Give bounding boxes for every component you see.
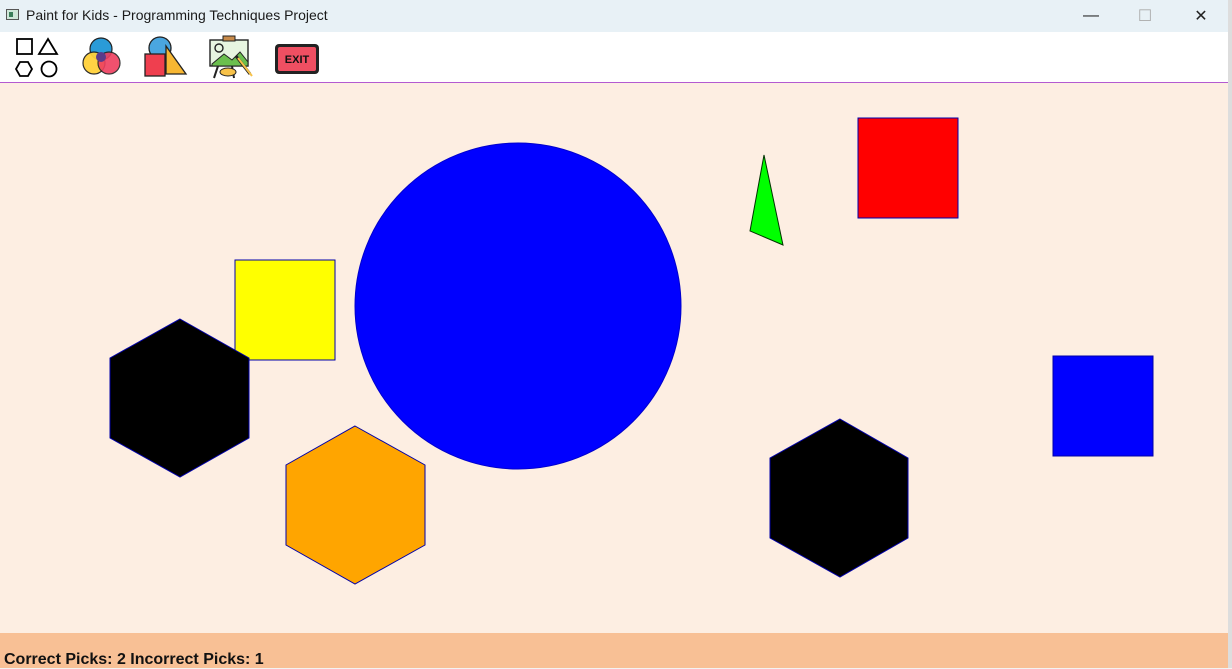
shape-color-tool-button[interactable] [140,34,190,80]
paint-window: Paint for Kids - Programming Techniques … [0,0,1228,668]
red-square[interactable] [857,117,959,219]
app-icon [6,9,19,20]
blue-square[interactable] [1052,355,1154,457]
toolbar: EXIT [0,32,1228,83]
picture-tool-button[interactable] [206,34,256,80]
colors-tool-button[interactable] [76,34,126,80]
shapes-tool-button[interactable] [12,34,62,80]
background-window-edge [1228,0,1232,668]
green-triangle[interactable] [749,154,784,246]
exit-button[interactable]: EXIT [272,34,322,80]
paint-easel-icon [209,35,253,79]
blue-circle[interactable] [354,142,682,470]
pick-score-text: Correct Picks: 2 Incorrect Picks: 1 [4,651,264,668]
close-button[interactable]: ✕ [1178,0,1224,32]
maximize-button[interactable]: ☐ [1122,0,1168,32]
drawing-canvas[interactable] [0,83,1228,633]
minimize-button[interactable]: — [1068,0,1114,32]
orange-hexagon[interactable] [285,425,426,585]
black-hexagon-left[interactable] [109,318,250,478]
title-bar: Paint for Kids - Programming Techniques … [0,0,1228,32]
status-bar: Correct Picks: 2 Incorrect Picks: 1 [0,633,1228,668]
exit-sign-icon: EXIT [275,44,319,74]
yellow-square[interactable] [234,259,336,361]
shape-color-mix-icon [144,36,188,77]
color-circles-icon [82,37,121,75]
window-title: Paint for Kids - Programming Techniques … [26,7,328,23]
shapes-icon [14,37,59,78]
exit-label: EXIT [285,54,310,66]
black-hexagon-right[interactable] [769,418,909,578]
